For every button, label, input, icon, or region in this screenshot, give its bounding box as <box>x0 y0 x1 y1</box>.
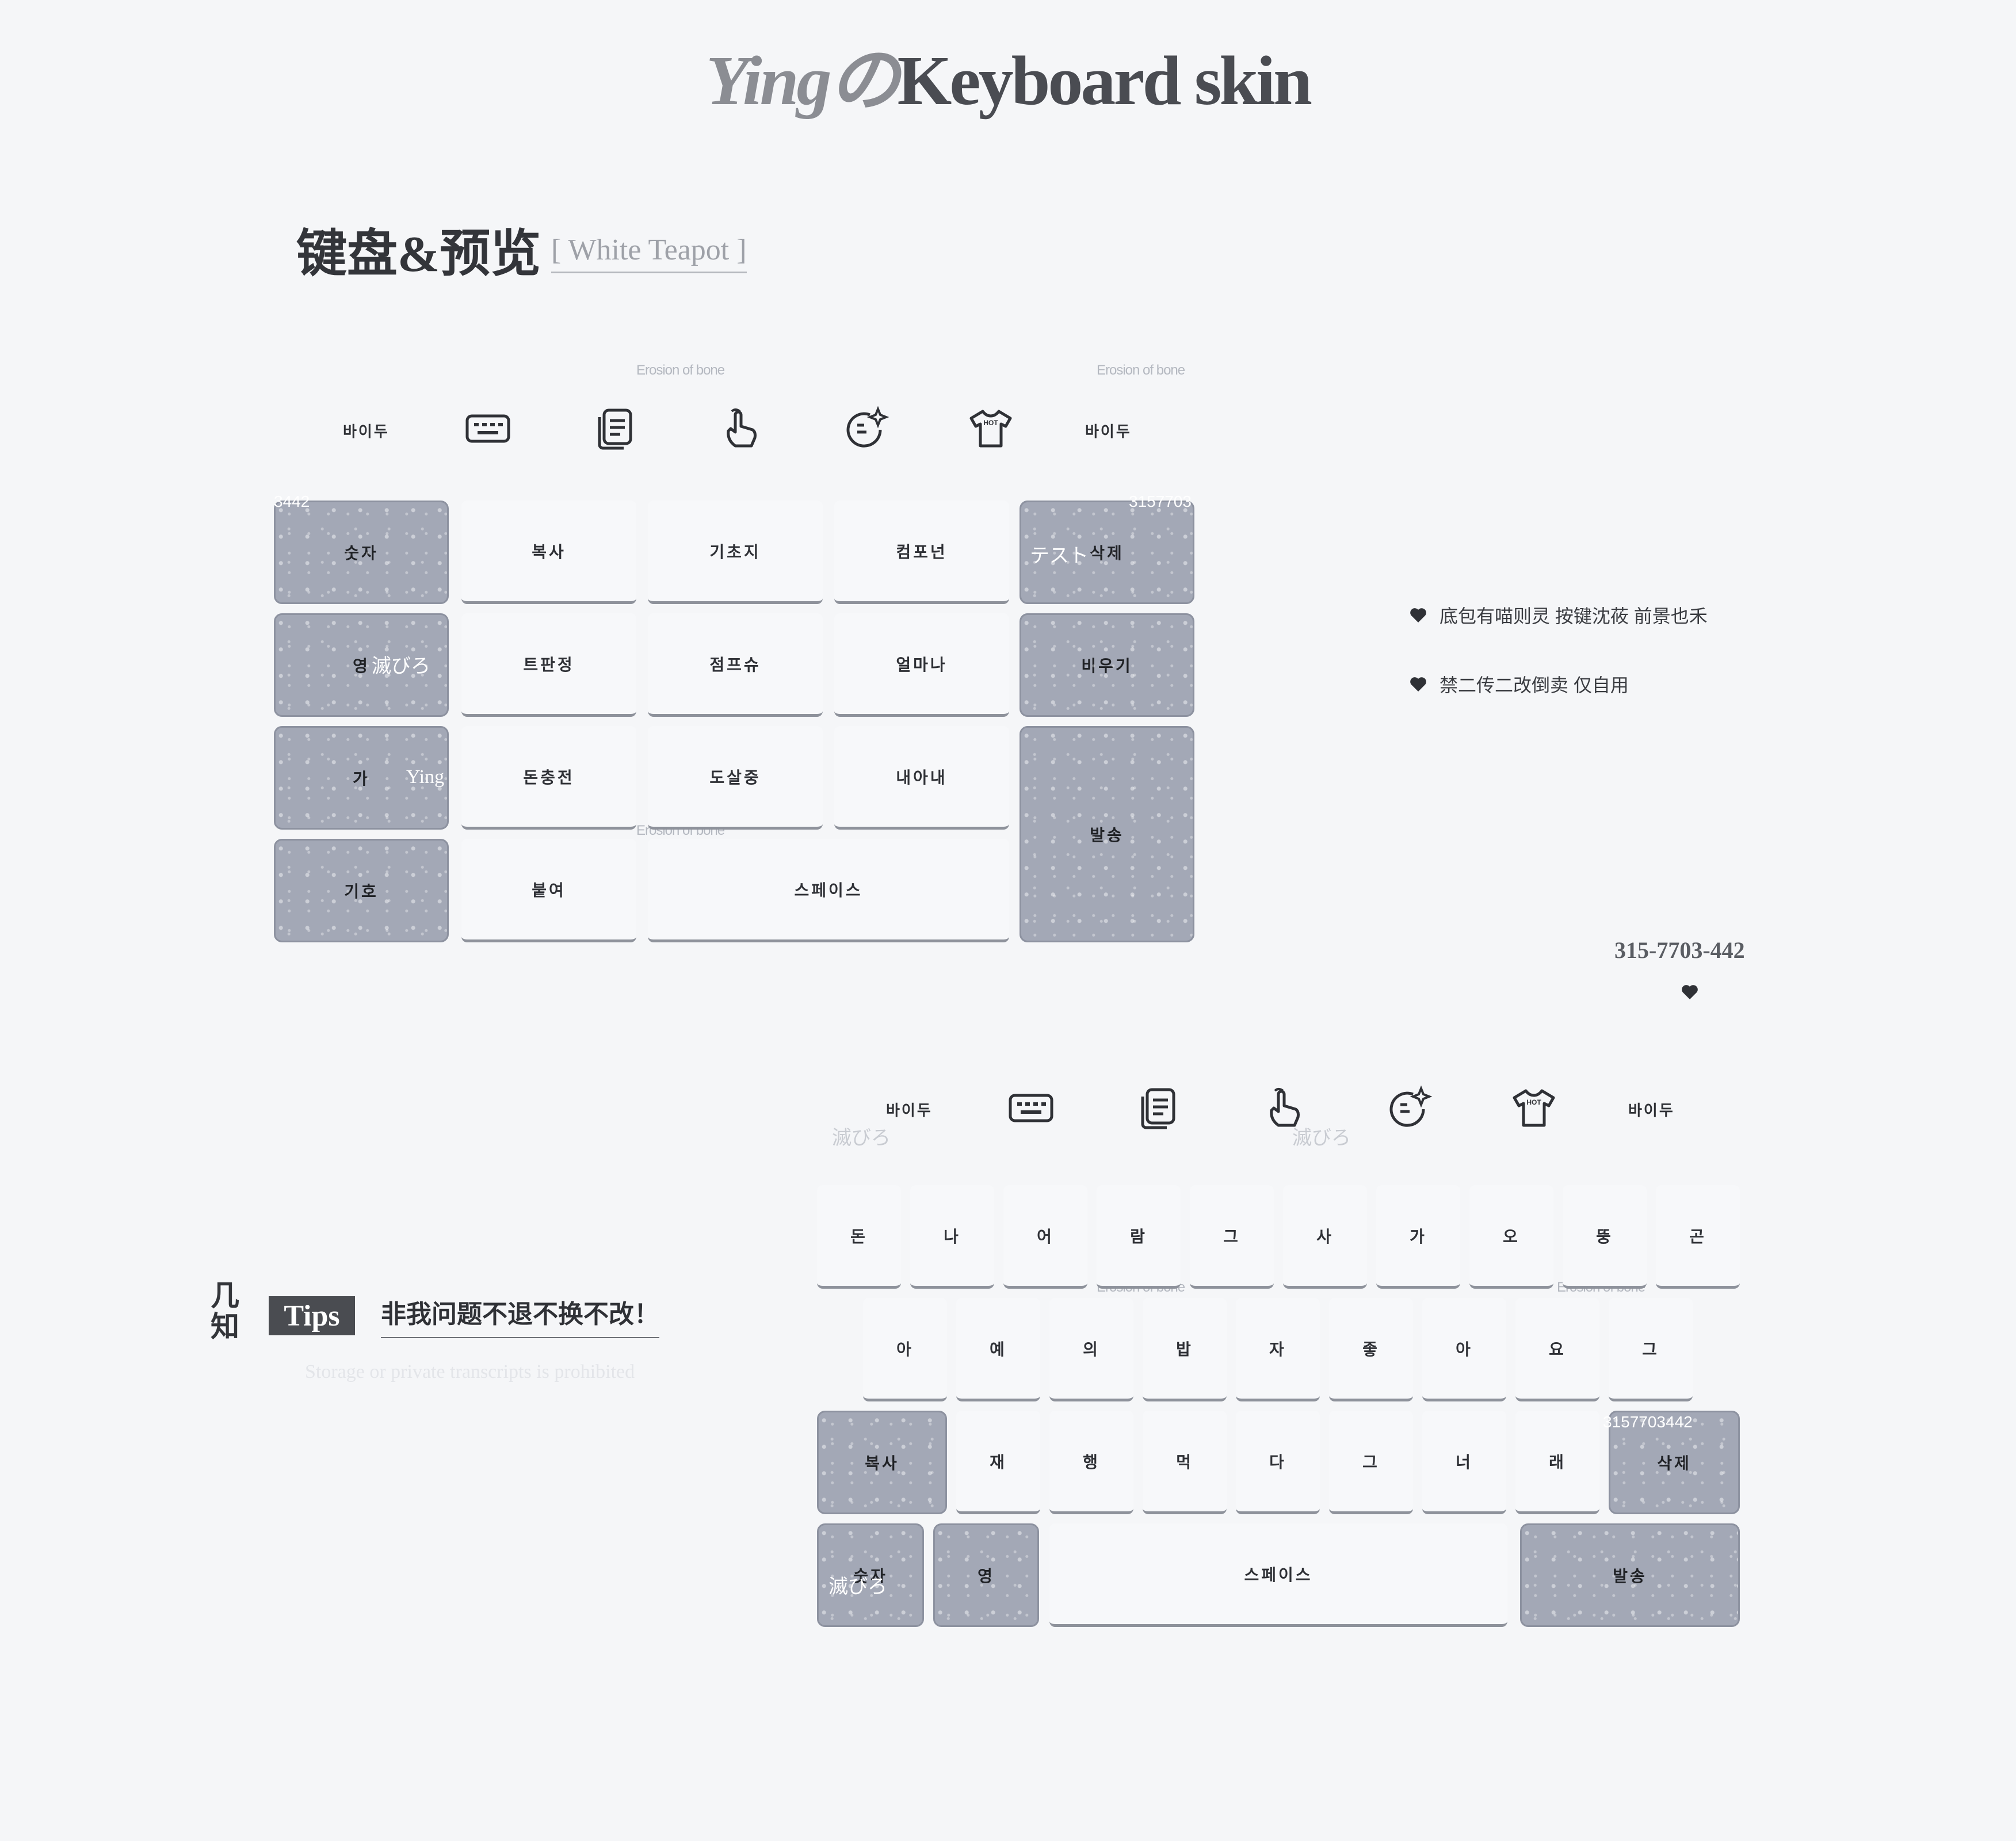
svg-text:HOT: HOT <box>983 419 998 427</box>
key[interactable]: 컴포넌 <box>834 501 1009 604</box>
key[interactable]: 래 <box>1515 1411 1599 1514</box>
key[interactable]: 어 <box>1003 1185 1087 1289</box>
key[interactable]: 그 <box>1329 1411 1413 1514</box>
tips-faint-text: Storage or private transcripts is prohib… <box>305 1361 635 1382</box>
key-space[interactable]: 스페이스 <box>648 839 1009 942</box>
key[interactable]: 곤 <box>1656 1185 1740 1289</box>
key[interactable]: 점프슈 <box>648 613 823 717</box>
keyboard-preview-2: Erosion of bone Erosion of bone 바이두 HOT … <box>811 1041 1743 1628</box>
hot-shirt-icon[interactable]: HOT <box>1511 1085 1557 1131</box>
deco-jp-text: 滅びろ <box>1292 1127 1351 1149</box>
tips-text: 非我问题不退不换不改！ <box>381 1293 659 1338</box>
key-send[interactable]: 발송 <box>1020 726 1194 942</box>
hot-shirt-icon[interactable]: HOT <box>968 406 1014 452</box>
note-text: 禁二传二改倒卖 仅自用 <box>1440 675 1629 696</box>
key[interactable]: 예 <box>956 1298 1040 1401</box>
key[interactable]: 의 <box>1049 1298 1133 1401</box>
phone-number: 315-7703-442 <box>1614 937 1745 963</box>
title-lead: Yingの <box>705 42 900 120</box>
erosion-watermark: Erosion of bone <box>1097 362 1185 378</box>
emoji-sparkle-icon[interactable] <box>1387 1085 1433 1131</box>
deco-number: 3157703442 <box>1603 1413 1693 1431</box>
keyboard-icon[interactable] <box>1008 1085 1054 1131</box>
section-title: 键盘&预览 <box>296 227 541 282</box>
key[interactable]: 나 <box>910 1185 994 1289</box>
key[interactable]: 재 <box>956 1411 1040 1514</box>
toolbar-label-left[interactable]: 바이두 <box>343 420 390 441</box>
key[interactable]: 행 <box>1049 1411 1133 1514</box>
skin-name: [ White Teapot ] <box>551 233 747 273</box>
key-send[interactable]: 발송 <box>1520 1523 1740 1627</box>
key[interactable]: 먹 <box>1143 1411 1227 1514</box>
key[interactable]: 밥 <box>1143 1298 1227 1401</box>
key[interactable]: 좋 <box>1329 1298 1413 1401</box>
key[interactable]: 사 <box>1283 1185 1367 1289</box>
key[interactable]: 얼마나 <box>834 613 1009 717</box>
page-title: YingのKeyboard skin <box>0 23 2016 125</box>
key[interactable]: 그 <box>1609 1298 1693 1401</box>
key[interactable]: 트판정 <box>461 613 636 717</box>
deco-jp-text: 滅びろ <box>828 1576 887 1598</box>
deco-jp-text: 滅びろ <box>372 655 430 677</box>
heart-icon <box>1410 608 1426 622</box>
key-english[interactable]: 영 <box>933 1523 1039 1627</box>
deco-jp-text: テスト <box>1030 545 1089 567</box>
tips-badge: Tips <box>269 1296 355 1335</box>
keyboard-preview-1: Erosion of bone Erosion of bone Erosion … <box>270 357 1202 944</box>
deco-number: 3157703 <box>1129 492 1192 510</box>
key[interactable]: 돈충전 <box>461 726 636 830</box>
svg-text:HOT: HOT <box>1526 1098 1541 1106</box>
gesture-icon[interactable] <box>718 406 764 452</box>
heart-icon <box>1410 677 1426 692</box>
heart-icon <box>1682 985 1698 999</box>
note-line: 禁二传二改倒卖 仅自用 <box>1410 671 1629 697</box>
title-rest: Keyboard skin <box>897 42 1312 120</box>
key[interactable]: 아 <box>1422 1298 1506 1401</box>
deco-number: 3442 <box>274 492 310 510</box>
key[interactable]: 가 <box>1376 1185 1460 1289</box>
key-space[interactable]: 스페이스 <box>1049 1523 1507 1627</box>
key[interactable]: 돈 <box>817 1185 901 1289</box>
key[interactable]: 뚱 <box>1563 1185 1647 1289</box>
key[interactable]: 내아내 <box>834 726 1009 830</box>
clipboard-icon[interactable] <box>1135 1085 1181 1131</box>
key[interactable]: 너 <box>1422 1411 1506 1514</box>
key[interactable]: 람 <box>1097 1185 1181 1289</box>
emoji-sparkle-icon[interactable] <box>843 406 889 452</box>
toolbar-label-right[interactable]: 바이두 <box>1628 1099 1675 1120</box>
key[interactable]: 도살중 <box>648 726 823 830</box>
note-text: 底包有喵则灵 按键沈莜 前景也禾 <box>1440 606 1708 627</box>
key-paste[interactable]: 붙여 <box>461 839 636 942</box>
key-numbers[interactable]: 숫자 <box>274 501 449 604</box>
key[interactable]: 아 <box>863 1298 947 1401</box>
tips-side-label: 几知 <box>211 1279 239 1343</box>
key[interactable]: 요 <box>1515 1298 1599 1401</box>
key[interactable]: 그 <box>1190 1185 1274 1289</box>
note-line: 底包有喵则灵 按键沈莜 前景也禾 <box>1410 602 1708 628</box>
key[interactable]: 기초지 <box>648 501 823 604</box>
keyboard-icon[interactable] <box>465 406 511 452</box>
key-copy[interactable]: 복사 <box>817 1411 947 1514</box>
deco-ying: Ying <box>406 766 445 788</box>
toolbar-label-left[interactable]: 바이두 <box>886 1099 933 1120</box>
deco-jp-text: 滅びろ <box>832 1127 891 1149</box>
key-symbols[interactable]: 기호 <box>274 839 449 942</box>
clipboard-icon[interactable] <box>591 406 637 452</box>
key[interactable]: 자 <box>1236 1298 1320 1401</box>
key[interactable]: 오 <box>1469 1185 1553 1289</box>
key-clear[interactable]: 비우기 <box>1020 613 1194 717</box>
key[interactable]: 다 <box>1236 1411 1320 1514</box>
toolbar-label-right[interactable]: 바이두 <box>1085 420 1132 441</box>
erosion-watermark: Erosion of bone <box>636 362 725 378</box>
key[interactable]: 복사 <box>461 501 636 604</box>
